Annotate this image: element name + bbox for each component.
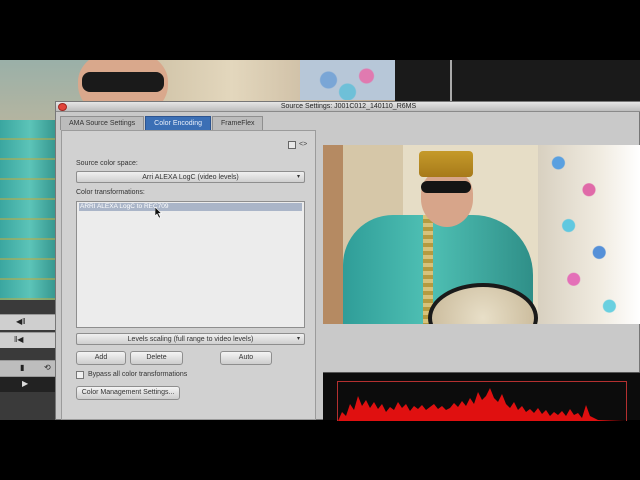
preview-subject-glasses	[421, 181, 471, 193]
host-control-row-2[interactable]: ‖◀	[0, 332, 55, 348]
preview-decorations	[538, 145, 640, 324]
window-title: Source Settings: J001C012_140110_R6MS	[280, 103, 417, 110]
color-transformations-label: Color transformations:	[76, 189, 145, 196]
histogram-scope	[323, 372, 640, 421]
dropdown-arrow-icon: ▾	[296, 174, 300, 180]
host-control-row-1[interactable]: ◀‖	[0, 314, 55, 330]
loop-icon[interactable]: ⟲	[44, 363, 51, 372]
host-control-row-4[interactable]: ▶	[0, 376, 55, 392]
tab-frameflex[interactable]: FrameFlex	[212, 116, 264, 130]
host-control-row-3[interactable]: ▮ ⟲	[0, 360, 55, 376]
toggle-box-icon[interactable]	[288, 141, 296, 149]
code-arrows-icon[interactable]: <>	[299, 141, 307, 149]
list-item[interactable]: ARRI ALEXA LogC to REC709	[79, 203, 302, 211]
histogram-graph	[338, 388, 626, 421]
source-color-space-select[interactable]: Arri ALEXA LogC (video levels) ▾	[76, 171, 305, 183]
pointer-cursor-icon	[155, 207, 163, 218]
color-encoding-pane: <> Source color space: Arri ALEXA LogC (…	[61, 130, 316, 420]
levels-scaling-value: Levels scaling (full range to video leve…	[127, 336, 254, 343]
auto-button[interactable]: Auto	[220, 351, 272, 365]
tab-ama-source-settings[interactable]: AMA Source Settings	[60, 116, 145, 130]
bg-decorations	[300, 60, 395, 100]
tab-color-encoding[interactable]: Color Encoding	[145, 116, 212, 130]
color-management-settings-button[interactable]: Color Management Settings...	[76, 386, 180, 400]
add-button[interactable]: Add	[76, 351, 126, 365]
levels-scaling-select[interactable]: Levels scaling (full range to video leve…	[76, 333, 305, 345]
bypass-checkbox[interactable]	[76, 371, 84, 379]
bg-subject-glasses	[82, 72, 164, 92]
pane-toggle-icons: <>	[288, 141, 307, 149]
window-titlebar[interactable]: Source Settings: J001C012_140110_R6MS	[56, 102, 640, 112]
letterbox-top	[0, 0, 640, 60]
color-transformations-list[interactable]: ARRI ALEXA LogC to REC709	[76, 201, 305, 328]
step-back-icon[interactable]: ◀‖	[16, 317, 25, 326]
timeline-divider	[450, 60, 452, 102]
frame-icon[interactable]: ▮	[20, 363, 24, 372]
source-color-space-label: Source color space:	[76, 160, 138, 167]
play-icon[interactable]: ▶	[22, 379, 28, 388]
delete-button[interactable]: Delete	[130, 351, 183, 365]
letterbox-bottom	[0, 420, 640, 480]
host-player-controls: ◀‖ ‖◀ ▮ ⟲ ▶	[0, 300, 55, 420]
preview-subject-hat	[419, 151, 473, 177]
source-preview-image	[323, 145, 640, 324]
tab-bar: AMA Source Settings Color Encoding Frame…	[60, 116, 264, 130]
rewind-icon[interactable]: ‖◀	[14, 335, 23, 344]
preview-subject-face	[421, 171, 473, 227]
source-color-space-value: Arri ALEXA LogC (video levels)	[142, 174, 239, 181]
background-timeline-area	[395, 60, 640, 102]
bypass-label: Bypass all color transformations	[88, 371, 188, 378]
dropdown-arrow-icon: ▾	[296, 336, 300, 342]
